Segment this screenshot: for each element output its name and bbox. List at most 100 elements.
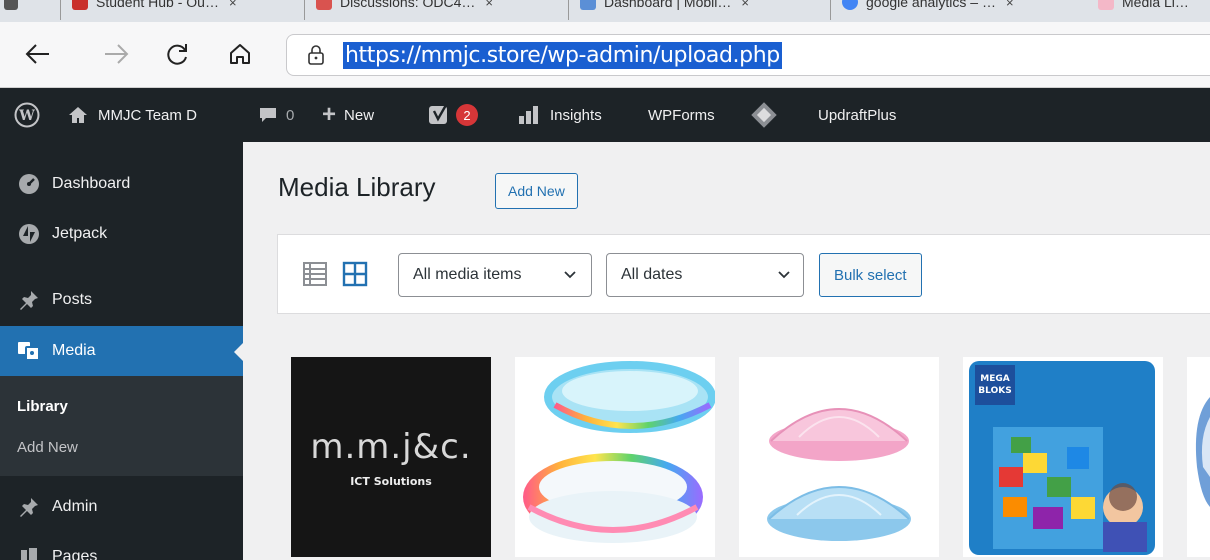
chevron-down-icon	[777, 268, 791, 287]
sidebar-item-label: Pages	[52, 548, 98, 560]
media-thumbnail-baby-mosquito-nets[interactable]	[739, 357, 939, 557]
sidebar-item-jetpack[interactable]: Jetpack	[0, 209, 243, 259]
mega-bloks-image: MEGA BLOKS	[969, 361, 1155, 555]
svg-text:W: W	[18, 108, 35, 124]
wpforms-link[interactable]: WPForms	[648, 88, 715, 142]
tab-media-library[interactable]: Media Li…	[1098, 0, 1189, 16]
media-toolbar: All media items All dates Bulk select	[277, 234, 1210, 314]
add-new-button[interactable]: Add New	[495, 173, 578, 209]
comment-icon	[258, 106, 278, 124]
window-icon	[4, 0, 18, 10]
tab-discussions[interactable]: Discussions: ODC4… ×	[316, 0, 493, 16]
svg-text:BLOKS: BLOKS	[978, 386, 1011, 396]
comments-count: 0	[286, 106, 295, 124]
sidebar-item-pages[interactable]: Pages	[0, 532, 243, 560]
media-type-filter[interactable]: All media items	[398, 253, 592, 297]
updraftplus-link[interactable]: UpdraftPlus	[818, 88, 896, 142]
tab-favicon-icon	[316, 0, 332, 10]
sidebar-item-posts[interactable]: Posts	[0, 275, 243, 325]
sidebar-item-label: Posts	[52, 291, 93, 308]
chevron-down-icon	[563, 268, 577, 287]
tab-label: google analytics – …	[866, 0, 996, 10]
plus-icon: +	[322, 101, 337, 128]
close-icon[interactable]: ×	[229, 0, 237, 10]
updraftplus-label: UpdraftPlus	[818, 106, 897, 124]
tab-favicon-icon	[72, 0, 88, 10]
media-thumbnail-mmjc-logo[interactable]: m.m.j&c. ICT Solutions	[291, 357, 491, 557]
sidebar-item-media[interactable]: Media	[0, 326, 243, 376]
tab-google-analytics[interactable]: google analytics – … ×	[842, 0, 1014, 16]
tab-favicon-icon	[580, 0, 596, 10]
comments-link[interactable]: 0	[258, 88, 294, 142]
grid-view-icon[interactable]	[342, 261, 368, 287]
date-filter[interactable]: All dates	[606, 253, 804, 297]
bulk-select-button[interactable]: Bulk select	[819, 253, 922, 297]
pages-icon	[17, 545, 41, 560]
wp-admin-bar: W MMJC Team D 0 + New 2 Insights WPForms…	[0, 88, 1210, 142]
media-thumbnail-mega-bloks-toy[interactable]: MEGA BLOKS	[963, 357, 1163, 557]
submenu-library[interactable]: Library	[17, 398, 68, 415]
tab-label: Student Hub - Ou…	[96, 0, 219, 10]
pools-image	[523, 361, 715, 543]
tab-label: Discussions: ODC4…	[340, 0, 476, 10]
bar-chart-icon	[518, 106, 540, 124]
insights-label: Insights	[550, 106, 602, 124]
admin-sidebar: Dashboard Jetpack Posts Media Library Ad…	[0, 142, 243, 560]
yoast-icon	[428, 104, 452, 126]
insights-link[interactable]: Insights	[518, 88, 602, 142]
forward-icon[interactable]	[98, 36, 134, 72]
svg-text:MEGA: MEGA	[980, 374, 1009, 384]
close-icon[interactable]: ×	[485, 0, 493, 10]
media-submenu: Library Add New	[0, 376, 243, 476]
media-thumbnail-inflatable-pools[interactable]	[515, 357, 715, 557]
back-icon[interactable]	[20, 36, 56, 72]
sidebar-item-label: Media	[52, 342, 96, 359]
new-content-link[interactable]: + New	[322, 88, 374, 142]
reload-icon[interactable]	[160, 36, 196, 72]
new-label: New	[344, 106, 375, 124]
wpforms-label: WPForms	[648, 106, 715, 124]
pin-icon	[17, 495, 41, 519]
sidebar-item-admin[interactable]: Admin	[0, 482, 243, 532]
wordpress-logo-icon[interactable]: W	[14, 88, 40, 142]
partial-product-image	[1195, 397, 1210, 507]
sidebar-item-label: Jetpack	[52, 225, 108, 242]
nets-image	[767, 408, 911, 541]
list-view-icon[interactable]	[302, 261, 328, 287]
media-icon	[17, 339, 41, 363]
tab-partial[interactable]	[4, 0, 26, 16]
sidebar-item-dashboard[interactable]: Dashboard	[0, 159, 243, 209]
tab-label: Dashboard | Mobil…	[604, 0, 732, 10]
close-icon[interactable]: ×	[741, 0, 749, 10]
tab-student-hub[interactable]: Student Hub - Ou… ×	[72, 0, 237, 16]
url-text[interactable]: https://mmjc.store/wp-admin/upload.php	[343, 41, 782, 69]
jetpack-icon	[17, 222, 41, 246]
site-name: MMJC Team D	[98, 106, 197, 124]
close-icon[interactable]: ×	[1006, 0, 1014, 10]
home-icon	[68, 106, 88, 124]
submenu-add-new[interactable]: Add New	[17, 439, 78, 456]
yoast-seo-link[interactable]: 2	[428, 88, 478, 142]
sidebar-item-label: Admin	[52, 498, 98, 515]
updraftplus-icon[interactable]	[750, 88, 778, 142]
media-type-filter-value: All media items	[413, 266, 522, 283]
dashboard-icon	[17, 172, 41, 196]
tab-favicon-icon	[842, 0, 858, 10]
browser-tab-strip: Student Hub - Ou… × Discussions: ODC4… ×…	[0, 0, 1210, 22]
page-title: Media Library	[278, 172, 436, 202]
date-filter-value: All dates	[621, 266, 683, 283]
lock-icon[interactable]	[307, 45, 325, 65]
home-icon[interactable]	[222, 36, 258, 72]
tab-favicon-icon	[1098, 0, 1114, 10]
logo-text: m.m.j&c.	[310, 427, 472, 467]
address-bar[interactable]: https://mmjc.store/wp-admin/upload.php	[286, 34, 1210, 76]
sidebar-item-label: Dashboard	[52, 175, 131, 192]
media-thumbnail-partial-product[interactable]	[1187, 357, 1210, 557]
pin-icon	[17, 288, 41, 312]
notification-badge: 2	[456, 104, 478, 126]
site-name-link[interactable]: MMJC Team D	[68, 88, 197, 142]
tab-label: Media Li…	[1122, 0, 1189, 10]
tab-dashboard[interactable]: Dashboard | Mobil… ×	[580, 0, 749, 16]
logo-subtitle: ICT Solutions	[350, 475, 432, 488]
browser-toolbar: https://mmjc.store/wp-admin/upload.php	[0, 22, 1210, 88]
